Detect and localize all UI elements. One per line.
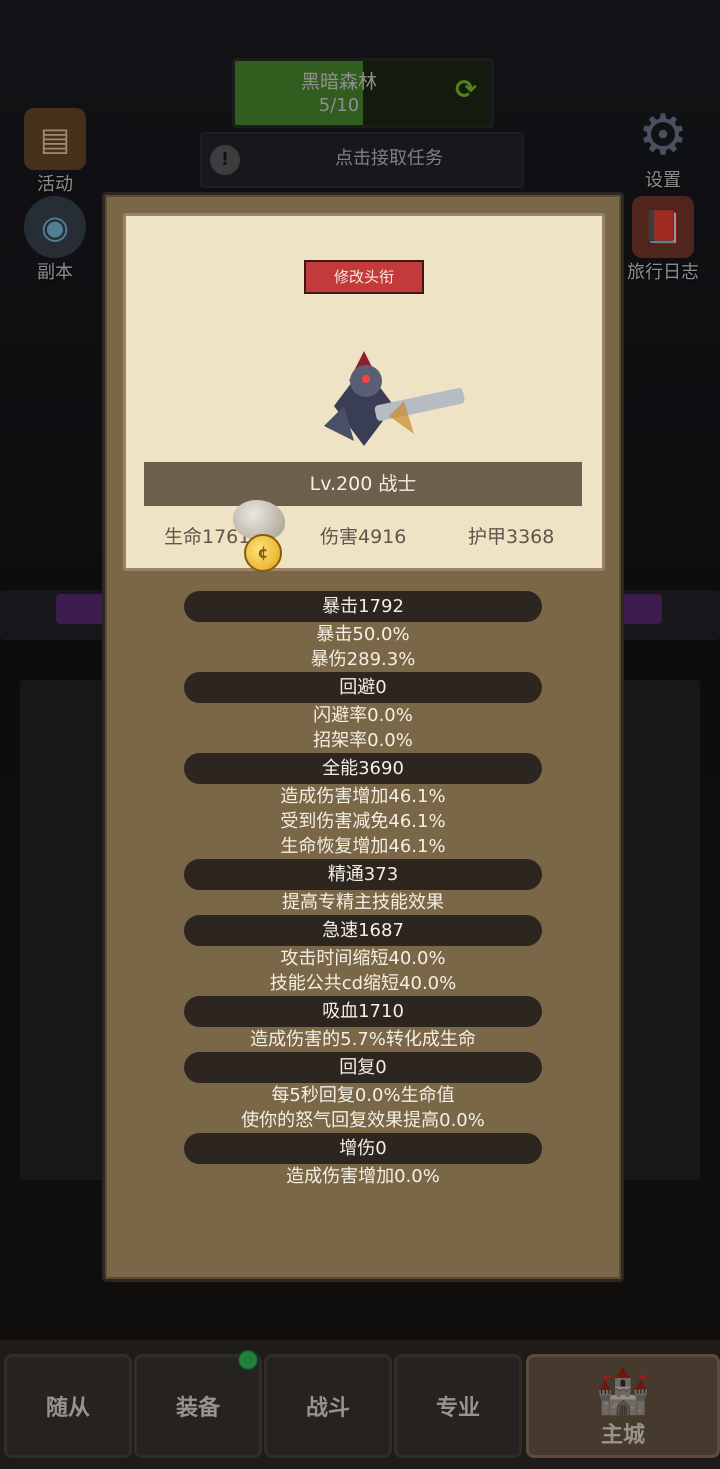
nav-equipment[interactable]: 装备	[134, 1349, 262, 1458]
stat-header: 回避0	[184, 672, 542, 703]
portal-icon: ◉	[24, 196, 86, 258]
stat-group-crit: 暴击1792 暴击50.0% 暴伤289.3%	[105, 591, 621, 672]
stat-group-avoidance: 回避0 闪避率0.0% 招架率0.0%	[105, 672, 621, 753]
stat-list: 暴击1792 暴击50.0% 暴伤289.3% 回避0 闪避率0.0% 招架率0…	[105, 591, 621, 1189]
stat-line: 攻击时间缩短40.0%	[280, 948, 446, 969]
stat-group-haste: 急速1687 攻击时间缩短40.0% 技能公共cd缩短40.0%	[105, 915, 621, 996]
notification-badge	[237, 1349, 259, 1371]
character-stats-modal: 修改头衔 Lv.200 战士 生命17611 伤害4916 护甲3368 ¢ 暴…	[102, 192, 624, 1282]
alert-icon: !	[210, 145, 240, 175]
scroll-icon: ▤	[24, 108, 86, 170]
stat-line: 暴击50.0%	[316, 624, 410, 645]
nav-label: 随从	[45, 1396, 90, 1421]
stat-group-damage-bonus: 增伤0 造成伤害增加0.0%	[105, 1133, 621, 1189]
nav-label: 战斗	[305, 1396, 350, 1421]
area-progress-text: 5/10	[318, 95, 360, 116]
stat-header: 吸血1710	[184, 996, 542, 1027]
stat-line: 闪避率0.0%	[313, 705, 413, 726]
character-sprite	[304, 346, 474, 456]
basic-stats: 生命17611 伤害4916 护甲3368	[126, 522, 602, 552]
nav-battle[interactable]: 战斗	[264, 1354, 392, 1458]
side-label: 设置	[645, 170, 681, 191]
stat-group-recovery: 回复0 每5秒回复0.0%生命值 使你的怒气回复效果提高0.0%	[105, 1052, 621, 1133]
bottom-nav: 随从 装备 战斗 专业 🏰 主城	[0, 1340, 720, 1469]
side-button-settings[interactable]: ⚙ 设置	[618, 102, 708, 192]
stat-header: 精通373	[184, 859, 542, 890]
side-button-travel-log[interactable]: 📕 旅行日志	[618, 196, 708, 284]
character-card: 修改头衔 Lv.200 战士 生命17611 伤害4916 护甲3368 ¢	[123, 213, 605, 572]
castle-icon: 🏰	[595, 1366, 651, 1417]
stat-line: 受到伤害减免46.1%	[280, 811, 446, 832]
stat-header: 暴击1792	[184, 591, 542, 622]
stat-line: 使你的怒气回复效果提高0.0%	[241, 1110, 485, 1131]
side-label: 旅行日志	[627, 262, 699, 283]
side-label: 副本	[37, 262, 73, 283]
stat-header: 急速1687	[184, 915, 542, 946]
stat-line: 技能公共cd缩短40.0%	[269, 973, 457, 994]
area-progress-panel[interactable]: 黑暗森林 5/10 ⟳	[232, 58, 494, 128]
nav-profession[interactable]: 专业	[394, 1354, 522, 1458]
quest-bar[interactable]: ! 点击接取任务	[200, 132, 524, 188]
gear-icon: ⚙	[637, 102, 689, 168]
stat-group-lifesteal: 吸血1710 造成伤害的5.7%转化成生命	[105, 996, 621, 1052]
nav-label: 主城	[600, 1423, 645, 1448]
stat-group-versatility: 全能3690 造成伤害增加46.1% 受到伤害减免46.1% 生命恢复增加46.…	[105, 753, 621, 859]
stat-line: 造成伤害增加46.1%	[280, 786, 446, 807]
side-label: 活动	[37, 174, 73, 195]
level-class-bar: Lv.200 战士	[144, 462, 582, 506]
stat-line: 造成伤害增加0.0%	[286, 1166, 440, 1187]
nav-main-city[interactable]: 🏰 主城	[526, 1354, 720, 1458]
stat-header: 回复0	[184, 1052, 542, 1083]
armor-stat: 护甲3368	[468, 526, 555, 548]
quest-text: 点击接取任务	[335, 148, 443, 169]
nav-label: 装备	[175, 1396, 220, 1421]
nav-followers[interactable]: 随从	[4, 1354, 132, 1458]
refresh-icon[interactable]: ⟳	[447, 71, 485, 109]
side-button-dungeon[interactable]: ◉ 副本	[10, 196, 100, 284]
stat-group-mastery: 精通373 提高专精主技能效果	[105, 859, 621, 915]
coin-icon[interactable]: ¢	[244, 534, 282, 572]
book-icon: 📕	[632, 196, 694, 258]
stat-line: 每5秒回复0.0%生命值	[271, 1085, 455, 1106]
stat-line: 暴伤289.3%	[310, 649, 416, 670]
stat-line: 提高专精主技能效果	[282, 892, 444, 913]
area-name: 黑暗森林	[300, 71, 377, 93]
stat-header: 增伤0	[184, 1133, 542, 1164]
stat-header: 全能3690	[184, 753, 542, 784]
stat-line: 造成伤害的5.7%转化成生命	[250, 1029, 476, 1050]
stat-line: 生命恢复增加46.1%	[280, 836, 446, 857]
stat-line: 招架率0.0%	[313, 730, 413, 751]
damage-stat: 伤害4916	[320, 526, 407, 548]
side-button-activity[interactable]: ▤ 活动	[10, 108, 100, 196]
rename-title-button[interactable]: 修改头衔	[304, 260, 424, 294]
nav-label: 专业	[435, 1396, 480, 1421]
